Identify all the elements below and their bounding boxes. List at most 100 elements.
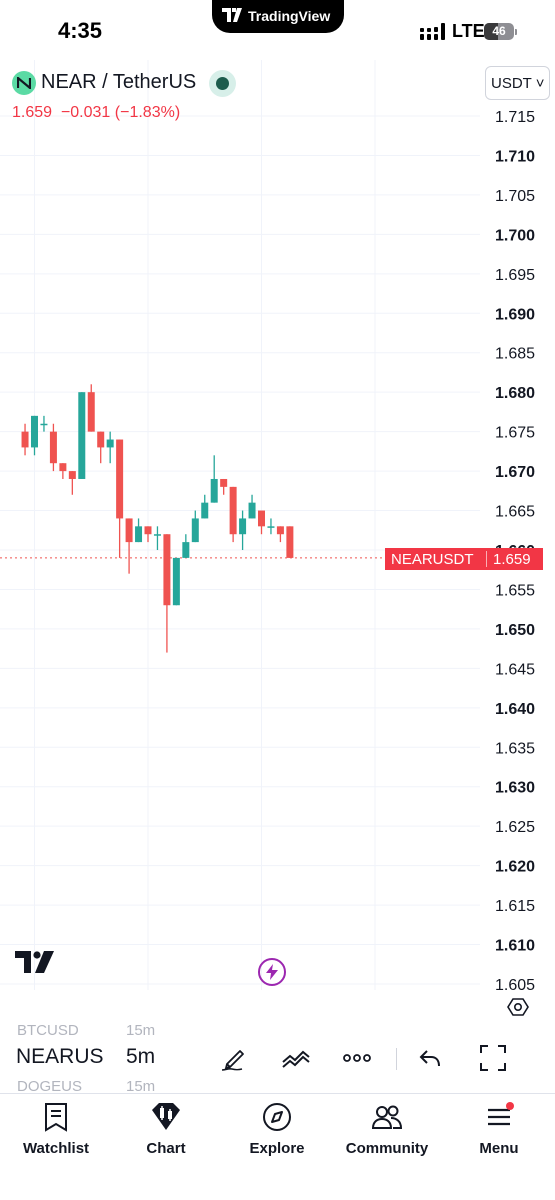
bottom-nav: Watchlist Chart Explore Community Menu: [0, 1093, 555, 1200]
candle-body: [201, 502, 209, 519]
currency-select[interactable]: USDT ˅: [485, 66, 550, 100]
candle-body: [40, 423, 48, 426]
candle-body: [258, 510, 265, 527]
last-price: 1.659: [12, 104, 53, 121]
y-tick-label: 1.615: [495, 898, 535, 915]
candle-body: [106, 439, 114, 448]
current-price-label: NEARUSDT 1.659: [385, 548, 543, 570]
island-title: TradingView: [248, 8, 331, 24]
chart-settings-icon[interactable]: [507, 996, 529, 1018]
more-icon[interactable]: [341, 1042, 373, 1074]
watchlist-icon: [45, 1103, 67, 1132]
y-tick-label: 1.605: [495, 977, 535, 994]
x-tick-label: 12:00: [126, 999, 169, 1000]
candle-body: [220, 478, 228, 487]
prev-symbol[interactable]: BTCUSD: [17, 1022, 79, 1039]
y-tick-label: 1.640: [495, 701, 535, 718]
candle-body: [78, 392, 86, 479]
y-tick-label: 1.670: [495, 464, 535, 481]
y-tick-label: 1.695: [495, 267, 535, 284]
y-tick-label: 1.675: [495, 425, 535, 442]
candle-body: [97, 431, 105, 448]
nav-explore[interactable]: Explore: [227, 1102, 327, 1162]
battery-level: 46: [492, 24, 506, 38]
nav-menu[interactable]: Menu: [449, 1102, 549, 1162]
y-tick-label: 1.630: [495, 780, 535, 797]
notification-badge: [506, 1102, 514, 1110]
toolbar-divider: [396, 1048, 397, 1070]
y-tick-label: 1.650: [495, 622, 535, 639]
candle-body: [125, 518, 133, 543]
y-tick-label: 1.655: [495, 582, 535, 599]
y-tick-label: 1.685: [495, 346, 535, 363]
price-label-symbol: NEARUSDT: [391, 551, 474, 568]
y-tick-label: 1.610: [495, 938, 535, 955]
candle-body: [116, 439, 124, 519]
candle-body: [31, 415, 38, 448]
candle-body: [144, 526, 152, 535]
candle-body: [276, 526, 284, 535]
fullscreen-icon[interactable]: [477, 1042, 509, 1074]
candle-body: [210, 478, 218, 503]
x-tick-label: 14:00: [353, 999, 396, 1000]
y-tick-label: 1.710: [495, 148, 535, 165]
chart-icon: [152, 1103, 180, 1130]
y-tick-label: 1.625: [495, 819, 535, 836]
candle-body: [239, 518, 247, 535]
x-tick-label: 13:00: [240, 999, 283, 1000]
candle-body: [68, 471, 76, 479]
candle-body: [59, 463, 67, 472]
interval-picker[interactable]: 5m: [126, 1045, 155, 1069]
indicators-icon[interactable]: [280, 1042, 312, 1074]
candle-body: [87, 392, 95, 432]
candle-body: [286, 526, 294, 558]
undo-icon[interactable]: [415, 1042, 447, 1074]
y-tick-label: 1.700: [495, 227, 535, 244]
near-logo-icon: [12, 71, 36, 95]
nav-label: Explore: [249, 1140, 305, 1157]
pen-icon[interactable]: [218, 1042, 250, 1074]
y-tick-label: 1.620: [495, 859, 535, 876]
y-tick-label: 1.645: [495, 661, 535, 678]
candle-body: [229, 486, 237, 535]
y-tick-label: 1.680: [495, 385, 535, 402]
x-tick-label: 11:00: [13, 999, 56, 1000]
status-bar: 4:35 TradingView LTE 46: [0, 0, 555, 64]
status-time: 4:35: [58, 18, 103, 43]
y-tick-label: 1.635: [495, 740, 535, 757]
candle-body: [182, 542, 190, 558]
symbol-title[interactable]: NEAR / TetherUS: [41, 71, 196, 94]
y-tick-label: 1.705: [495, 188, 535, 205]
candle-body: [153, 534, 161, 536]
price-label-value: 1.659: [493, 551, 531, 568]
candle-body: [172, 557, 180, 606]
people-icon: [371, 1105, 403, 1129]
lightning-icon[interactable]: [258, 958, 286, 986]
y-tick-label: 1.690: [495, 306, 535, 323]
price-summary: 1.659 −0.031 (−1.83%): [12, 104, 180, 122]
y-tick-label: 1.665: [495, 504, 535, 521]
nav-community[interactable]: Community: [337, 1102, 437, 1162]
price-change-percent: (−1.83%): [114, 104, 181, 121]
tradingview-watermark-icon[interactable]: [15, 951, 55, 973]
prev-interval[interactable]: 15m: [126, 1022, 155, 1039]
symbol-picker[interactable]: NEARUS: [16, 1045, 106, 1069]
signal-icon: [420, 23, 445, 40]
nav-label: Menu: [479, 1140, 519, 1157]
price-chart[interactable]: 1.715 1.710 1.705 1.700 1.695 1.690 1.685 1.680…: [0, 60, 555, 1000]
compass-icon: [263, 1103, 291, 1131]
candle-body: [21, 431, 29, 448]
candle-body: [163, 534, 171, 606]
candle-body: [248, 502, 256, 519]
dynamic-island: TradingView: [212, 0, 344, 33]
candle-body: [191, 518, 199, 543]
nav-chart[interactable]: Chart: [116, 1102, 216, 1162]
nav-watchlist[interactable]: Watchlist: [6, 1102, 106, 1162]
candle-body: [49, 431, 57, 464]
nav-label: Chart: [146, 1140, 186, 1157]
network-type: LTE: [452, 21, 485, 41]
y-tick-label: 1.715: [495, 109, 535, 126]
nav-label: Community: [345, 1140, 429, 1157]
tradingview-logo-icon: [222, 8, 242, 22]
market-status-icon[interactable]: [209, 70, 236, 97]
